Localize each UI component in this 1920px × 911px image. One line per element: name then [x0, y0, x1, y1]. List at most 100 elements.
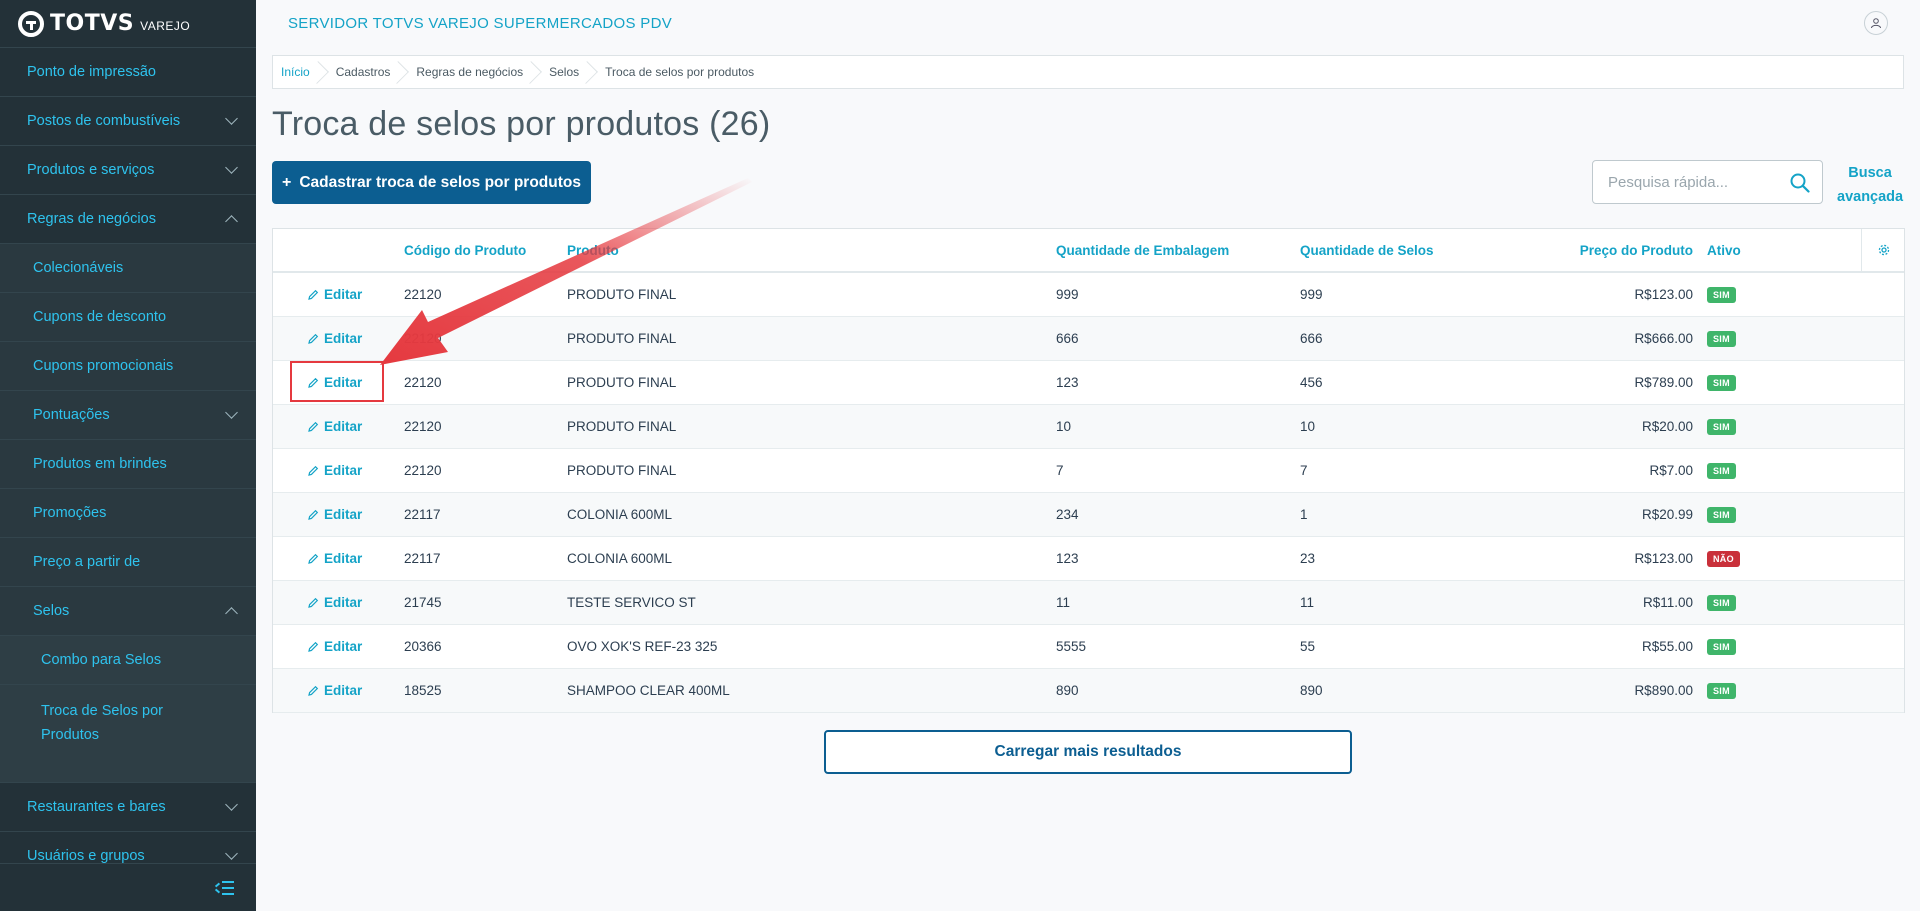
header-preco[interactable]: Preço do Produto [1580, 243, 1693, 258]
header-qtd-selos[interactable]: Quantidade de Selos [1300, 243, 1434, 258]
gear-icon [1878, 244, 1889, 256]
cell-preco: R$20.99 [1641, 507, 1693, 522]
sidebar-item[interactable]: Troca de Selos por Produtos [0, 685, 256, 783]
cell-codigo: 22120 [404, 419, 442, 434]
status-badge: SIM [1707, 287, 1736, 303]
sidebar-item-label: Restaurantes e bares [27, 799, 166, 815]
column-settings-button[interactable] [1861, 229, 1905, 271]
sidebar-item-label: Usuários e grupos [27, 848, 145, 864]
chevron-down-icon [225, 798, 238, 811]
edit-button[interactable]: Editar [307, 331, 362, 346]
cell-produto: SHAMPOO CLEAR 400ML [567, 683, 730, 698]
header-produto[interactable]: Produto [567, 243, 619, 258]
sidebar-item[interactable]: Produtos em brindes [0, 440, 256, 489]
cell-qtd-embalagem: 123 [1056, 375, 1079, 390]
edit-button[interactable]: Editar [307, 375, 362, 390]
pencil-icon [308, 509, 319, 520]
add-exchange-button-label: Cadastrar troca de selos por produtos [299, 173, 581, 191]
totvs-logo-icon [18, 10, 44, 37]
sidebar-item-label: Pontuações [33, 407, 110, 423]
chevron-up-icon [225, 215, 238, 228]
edit-button[interactable]: Editar [307, 419, 362, 434]
sidebar-item[interactable]: Preço a partir de [0, 538, 256, 587]
sidebar-item[interactable]: Pontuações [0, 391, 256, 440]
sidebar-item-label: Ponto de impressão [27, 64, 156, 80]
breadcrumb-cadastros[interactable]: Cadastros [324, 56, 405, 88]
cell-qtd-selos: 11 [1300, 595, 1315, 610]
cell-codigo: 20366 [404, 639, 442, 654]
breadcrumb-selos[interactable]: Selos [537, 56, 593, 88]
header-ativo[interactable]: Ativo [1707, 243, 1741, 258]
quick-search[interactable] [1592, 160, 1823, 204]
cell-qtd-selos: 1 [1300, 507, 1308, 522]
edit-button[interactable]: Editar [307, 639, 362, 654]
sidebar-item[interactable]: Cupons promocionais [0, 342, 256, 391]
logo[interactable]: TOTVS VAREJO [0, 0, 256, 48]
sidebar-item[interactable]: Regras de negócios [0, 195, 256, 244]
status-badge: SIM [1707, 507, 1736, 523]
sidebar-item-label: Preço a partir de [33, 554, 141, 570]
sidebar-item[interactable]: Cupons de desconto [0, 293, 256, 342]
edit-label: Editar [324, 331, 363, 346]
edit-button[interactable]: Editar [307, 551, 362, 566]
chevron-down-icon [225, 112, 238, 125]
cell-preco: R$20.00 [1641, 419, 1693, 434]
cell-qtd-embalagem: 10 [1056, 419, 1072, 434]
header-qtd-embalagem[interactable]: Quantidade de Embalagem [1056, 243, 1229, 258]
cell-preco: R$123.00 [1634, 287, 1693, 302]
sidebar-item-label: Promoções [33, 505, 107, 521]
edit-label: Editar [324, 683, 363, 698]
table-row: Editar 22120 PRODUTO FINAL 999 999 R$123.00 SI… [273, 273, 1904, 317]
logo-text: TOTVS [50, 11, 135, 36]
sidebar-item[interactable]: Ponto de impressão [0, 48, 256, 97]
pencil-icon [308, 465, 319, 476]
breadcrumb: Início Cadastros Regras de negócios Selo… [272, 55, 1904, 89]
advanced-search-link[interactable]: Busca avançada [1837, 161, 1903, 209]
add-exchange-button[interactable]: + Cadastrar troca de selos por produtos [272, 161, 591, 204]
header-codigo[interactable]: Código do Produto [404, 243, 526, 258]
status-badge: SIM [1707, 331, 1736, 347]
edit-button[interactable]: Editar [307, 595, 362, 610]
status-badge: SIM [1707, 375, 1736, 391]
edit-button[interactable]: Editar [307, 507, 362, 522]
cell-produto: COLONIA 600ML [567, 507, 673, 522]
edit-button[interactable]: Editar [307, 287, 362, 302]
cell-ativo: SIM [1707, 594, 1736, 611]
cell-ativo: SIM [1707, 462, 1736, 479]
user-avatar[interactable] [1864, 11, 1888, 35]
sidebar-item[interactable]: Colecionáveis [0, 244, 256, 293]
sidebar-item-label: Regras de negócios [27, 211, 156, 227]
sidebar-item[interactable]: Promoções [0, 489, 256, 538]
collapse-menu-icon[interactable] [214, 880, 234, 895]
edit-label: Editar [324, 507, 363, 522]
edit-button[interactable]: Editar [307, 683, 362, 698]
cell-produto: PRODUTO FINAL [567, 331, 677, 346]
search-icon[interactable] [1790, 173, 1810, 193]
table-row: Editar 22120 PRODUTO FINAL 10 10 R$20.00 SIM [273, 405, 1904, 449]
load-more-button[interactable]: Carregar mais resultados [824, 730, 1352, 774]
sidebar-item[interactable]: Restaurantes e bares [0, 783, 256, 832]
cell-ativo: SIM [1707, 506, 1736, 523]
sidebar-item[interactable]: Combo para Selos [0, 636, 256, 685]
results-table: Código do Produto Produto Quantidade de … [272, 228, 1905, 713]
cell-qtd-embalagem: 7 [1056, 463, 1064, 478]
chevron-down-icon [225, 161, 238, 174]
cell-qtd-embalagem: 890 [1056, 683, 1079, 698]
sidebar-item[interactable]: Selos [0, 587, 256, 636]
table-header: Código do Produto Produto Quantidade de … [273, 229, 1904, 273]
breadcrumb-regras[interactable]: Regras de negócios [404, 56, 537, 88]
sidebar-item-label: Cupons promocionais [33, 358, 174, 374]
advanced-search-line1: Busca [1848, 165, 1892, 181]
breadcrumb-home[interactable]: Início [273, 56, 324, 88]
edit-button[interactable]: Editar [307, 463, 362, 478]
table-body: Editar 22120 PRODUTO FINAL 999 999 R$123.00 SI… [273, 273, 1904, 713]
sidebar-item-label: Combo para Selos [41, 652, 162, 668]
sidebar-item-label: Cupons de desconto [33, 309, 167, 325]
status-badge: SIM [1707, 683, 1736, 699]
table-row: Editar 22120 PRODUTO FINAL 123 456 R$789.00 SI… [273, 361, 1904, 405]
sidebar-item[interactable]: Postos de combustíveis [0, 97, 256, 146]
sidebar-item[interactable]: Produtos e serviços [0, 146, 256, 195]
search-input[interactable] [1608, 173, 1778, 191]
cell-ativo: SIM [1707, 682, 1736, 699]
advanced-search-line2: avançada [1837, 189, 1904, 205]
